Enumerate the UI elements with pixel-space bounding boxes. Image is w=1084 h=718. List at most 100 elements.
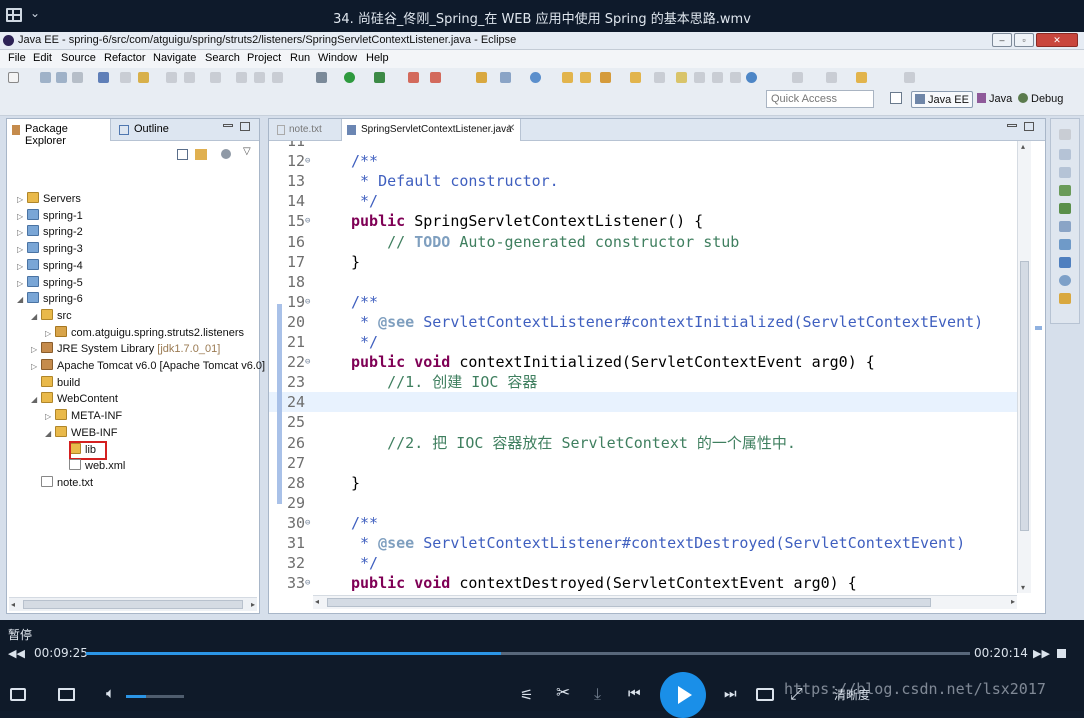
expand-arrow-icon[interactable]: ▷ <box>17 241 27 258</box>
perspective-java-ee[interactable]: Java EE <box>911 91 973 108</box>
expand-arrow-icon[interactable]: ◢ <box>45 425 55 442</box>
expand-arrow-icon[interactable]: ▷ <box>17 275 27 292</box>
tab-spring-servlet-context-listener[interactable]: SpringServletContextListener.java ✕ <box>341 119 521 141</box>
collapse-all-icon[interactable] <box>177 149 188 160</box>
fast-forward-icon[interactable]: ▶▶ <box>1033 647 1050 660</box>
quick-access-input[interactable]: Quick Access <box>766 90 874 108</box>
task-list-icon[interactable] <box>1059 149 1071 160</box>
tree-item[interactable]: ◢ WEB-INF <box>45 425 117 442</box>
close-button[interactable]: ✕ <box>1036 33 1078 47</box>
code-line[interactable]: 30 ⊖ /** <box>269 513 1017 533</box>
code-line[interactable]: 29 <box>269 493 1017 513</box>
tree-item[interactable]: ▷ Servers <box>17 191 81 208</box>
open-type-icon[interactable] <box>138 72 149 83</box>
data-source-icon[interactable] <box>1059 239 1071 250</box>
code-line[interactable]: 20 * @see ServletContextListener#context… <box>269 312 1017 332</box>
undo-icon[interactable] <box>166 72 177 83</box>
scroll-thumb[interactable] <box>1020 261 1029 531</box>
expand-arrow-icon[interactable]: ▷ <box>17 191 27 208</box>
tree-item[interactable]: lib <box>59 440 107 460</box>
expand-arrow-icon[interactable]: ▷ <box>17 224 27 241</box>
new-server-icon[interactable] <box>476 72 487 83</box>
code-line[interactable]: 11 <box>269 141 1017 151</box>
markers-icon[interactable] <box>1059 185 1071 196</box>
horizontal-scrollbar[interactable]: ◂ ▸ <box>9 597 257 611</box>
menu-file[interactable]: File <box>8 52 26 64</box>
terminate-icon[interactable] <box>120 72 131 83</box>
tree-item[interactable]: ▷ Apache Tomcat v6.0 [Apache Tomcat v6.0] <box>31 358 265 375</box>
fold-toggle-icon[interactable]: ⊖ <box>305 513 310 533</box>
debug-icon[interactable] <box>316 72 327 83</box>
expand-arrow-icon[interactable]: ▷ <box>31 341 41 358</box>
globe-icon[interactable] <box>746 72 757 83</box>
code-line[interactable]: 21 */ <box>269 332 1017 352</box>
play-button[interactable] <box>660 672 706 718</box>
code-line[interactable]: 12 ⊖ /** <box>269 151 1017 171</box>
fold-toggle-icon[interactable]: ⊖ <box>305 573 310 591</box>
scissors-icon[interactable]: ✂ <box>556 683 570 703</box>
tab-note-txt[interactable]: note.txt <box>273 119 339 141</box>
annotation-next-icon[interactable] <box>654 72 665 83</box>
playlist-icon[interactable] <box>10 688 26 701</box>
volume-icon[interactable]: 🔈︎ <box>106 684 115 702</box>
menu-search[interactable]: Search <box>205 52 240 64</box>
menu-project[interactable]: Project <box>247 52 281 64</box>
code-line[interactable]: 22 ⊖ public void contextInitialized(Servle… <box>269 352 1017 372</box>
console-icon[interactable] <box>1059 257 1071 268</box>
perspective-debug[interactable]: Debug <box>1015 91 1066 108</box>
menu-refactor[interactable]: Refactor <box>104 52 146 64</box>
tree-item[interactable]: note.txt <box>31 475 93 492</box>
previous-icon[interactable]: ⏮ <box>628 686 641 702</box>
step-into-icon[interactable] <box>210 72 221 83</box>
search-view-icon[interactable] <box>1059 275 1071 286</box>
outline-view-icon[interactable] <box>1059 167 1071 178</box>
link-editor-icon[interactable] <box>195 149 207 160</box>
coverage-icon[interactable] <box>374 72 385 83</box>
fold-toggle-icon[interactable]: ⊖ <box>305 151 310 171</box>
code-line[interactable]: 26 //2. 把 IOC 容器放在 ServletContext 的一个属性中… <box>269 433 1017 453</box>
code-line[interactable]: 27 <box>269 453 1017 473</box>
skip-breakpoints-icon[interactable] <box>98 72 109 83</box>
code-line[interactable]: 15 ⊖ public SpringServletContextListener()… <box>269 211 1017 231</box>
tree-item[interactable]: ◢ WebContent <box>31 391 118 408</box>
vertical-scrollbar[interactable]: ▴ ▾ <box>1017 141 1031 593</box>
editor-horizontal-scrollbar[interactable]: ◂ ▸ <box>313 595 1017 609</box>
open-perspective-icon[interactable] <box>890 92 902 104</box>
code-line[interactable]: 19 ⊖ /** <box>269 292 1017 312</box>
show-whitespace-icon[interactable] <box>730 72 741 83</box>
code-line[interactable]: 23 //1. 创建 IOC 容器 <box>269 372 1017 392</box>
menu-help[interactable]: Help <box>366 52 389 64</box>
new-icon[interactable] <box>8 72 19 83</box>
code-line[interactable]: 13 * Default constructor. <box>269 171 1017 191</box>
expand-arrow-icon[interactable]: ▷ <box>17 258 27 275</box>
tree-item[interactable]: ◢ spring-6 <box>17 291 83 308</box>
close-tab-icon[interactable]: ✕ <box>507 123 515 134</box>
tree-item[interactable]: ▷ spring-5 <box>17 275 83 292</box>
view-menu-icon[interactable] <box>221 149 231 159</box>
menu-source[interactable]: Source <box>61 52 96 64</box>
code-line[interactable]: 28} <box>269 473 1017 493</box>
servers-view-icon[interactable] <box>1059 221 1071 232</box>
tree-item[interactable]: ▷ spring-4 <box>17 258 83 275</box>
menu-navigate[interactable]: Navigate <box>153 52 196 64</box>
screen-icon[interactable] <box>756 688 774 701</box>
stop-icon[interactable] <box>272 72 283 83</box>
equalizer-icon[interactable]: ⚟ <box>520 686 533 704</box>
junit-icon[interactable] <box>1059 293 1071 304</box>
toggle-mark-icon[interactable] <box>694 72 705 83</box>
new-package-icon[interactable] <box>530 72 541 83</box>
next-icon[interactable]: ⏭ <box>724 686 737 702</box>
code-line[interactable]: 25 <box>269 412 1017 432</box>
expand-arrow-icon[interactable]: ▷ <box>45 325 55 342</box>
scroll-up-arrow-icon[interactable]: ▴ <box>1021 142 1025 151</box>
progress-track[interactable] <box>86 652 970 655</box>
expand-arrow-icon[interactable]: ◢ <box>17 291 27 308</box>
edit-icon[interactable] <box>600 72 611 83</box>
code-line[interactable]: 16 // TODO Auto-generated constructor st… <box>269 232 1017 252</box>
code-line[interactable]: 32 */ <box>269 553 1017 573</box>
scroll-thumb[interactable] <box>23 600 243 609</box>
external-tools-icon[interactable] <box>408 72 419 83</box>
code-line[interactable]: 17} <box>269 252 1017 272</box>
scroll-down-arrow-icon[interactable]: ▾ <box>1021 583 1025 592</box>
download-icon[interactable]: ⤓ <box>594 684 601 704</box>
